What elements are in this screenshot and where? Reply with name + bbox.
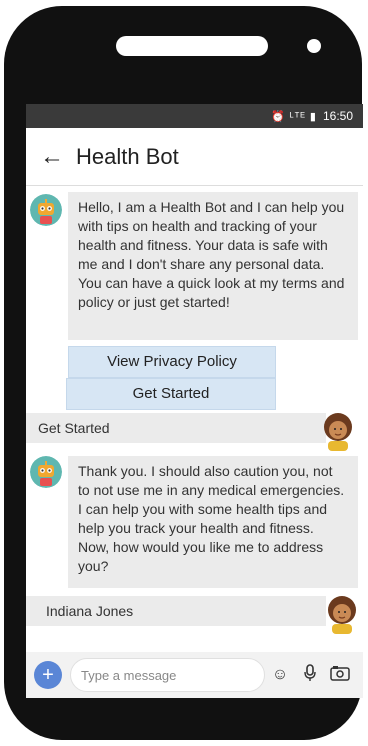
bot-message: Thank you. I should also caution you, no…: [68, 456, 358, 588]
camera-icon[interactable]: [325, 665, 355, 686]
get-started-button[interactable]: Get Started: [66, 378, 276, 410]
phone-frame: ⏰ ᴸᵀᴱ ▮ 16:50 ← Health Bot Hello, I am a…: [4, 6, 363, 740]
status-time: 16:50: [322, 109, 353, 123]
microphone-icon[interactable]: [295, 663, 325, 687]
app-bar: ← Health Bot: [26, 128, 363, 186]
message-input[interactable]: [70, 658, 265, 692]
user-message-text: Get Started: [38, 420, 110, 436]
chat-area[interactable]: Hello, I am a Health Bot and I can help …: [26, 186, 363, 674]
status-icons: ⏰ ᴸᵀᴱ ▮: [270, 110, 317, 123]
back-arrow-icon[interactable]: ←: [40, 143, 76, 171]
message-composer: + ☺: [26, 652, 363, 698]
phone-speaker: [116, 36, 268, 56]
view-privacy-policy-button[interactable]: View Privacy Policy: [68, 346, 276, 378]
user-message-text: Indiana Jones: [46, 603, 134, 619]
smiley-icon[interactable]: ☺: [265, 666, 295, 684]
bot-message: Hello, I am a Health Bot and I can help …: [68, 192, 358, 340]
phone-screen: ⏰ ᴸᵀᴱ ▮ 16:50 ← Health Bot Hello, I am a…: [26, 104, 363, 698]
robot-avatar-icon: [30, 456, 62, 488]
user-avatar-icon: [324, 594, 360, 634]
user-message: Get Started: [26, 413, 326, 443]
robot-avatar-icon: [30, 194, 62, 226]
user-avatar-icon: [320, 411, 356, 451]
phone-camera: [307, 39, 321, 53]
status-bar: ⏰ ᴸᵀᴱ ▮ 16:50: [26, 104, 363, 128]
user-message: Indiana Jones: [26, 596, 326, 626]
add-attachment-button[interactable]: +: [34, 661, 62, 689]
page-title: Health Bot: [76, 143, 179, 169]
